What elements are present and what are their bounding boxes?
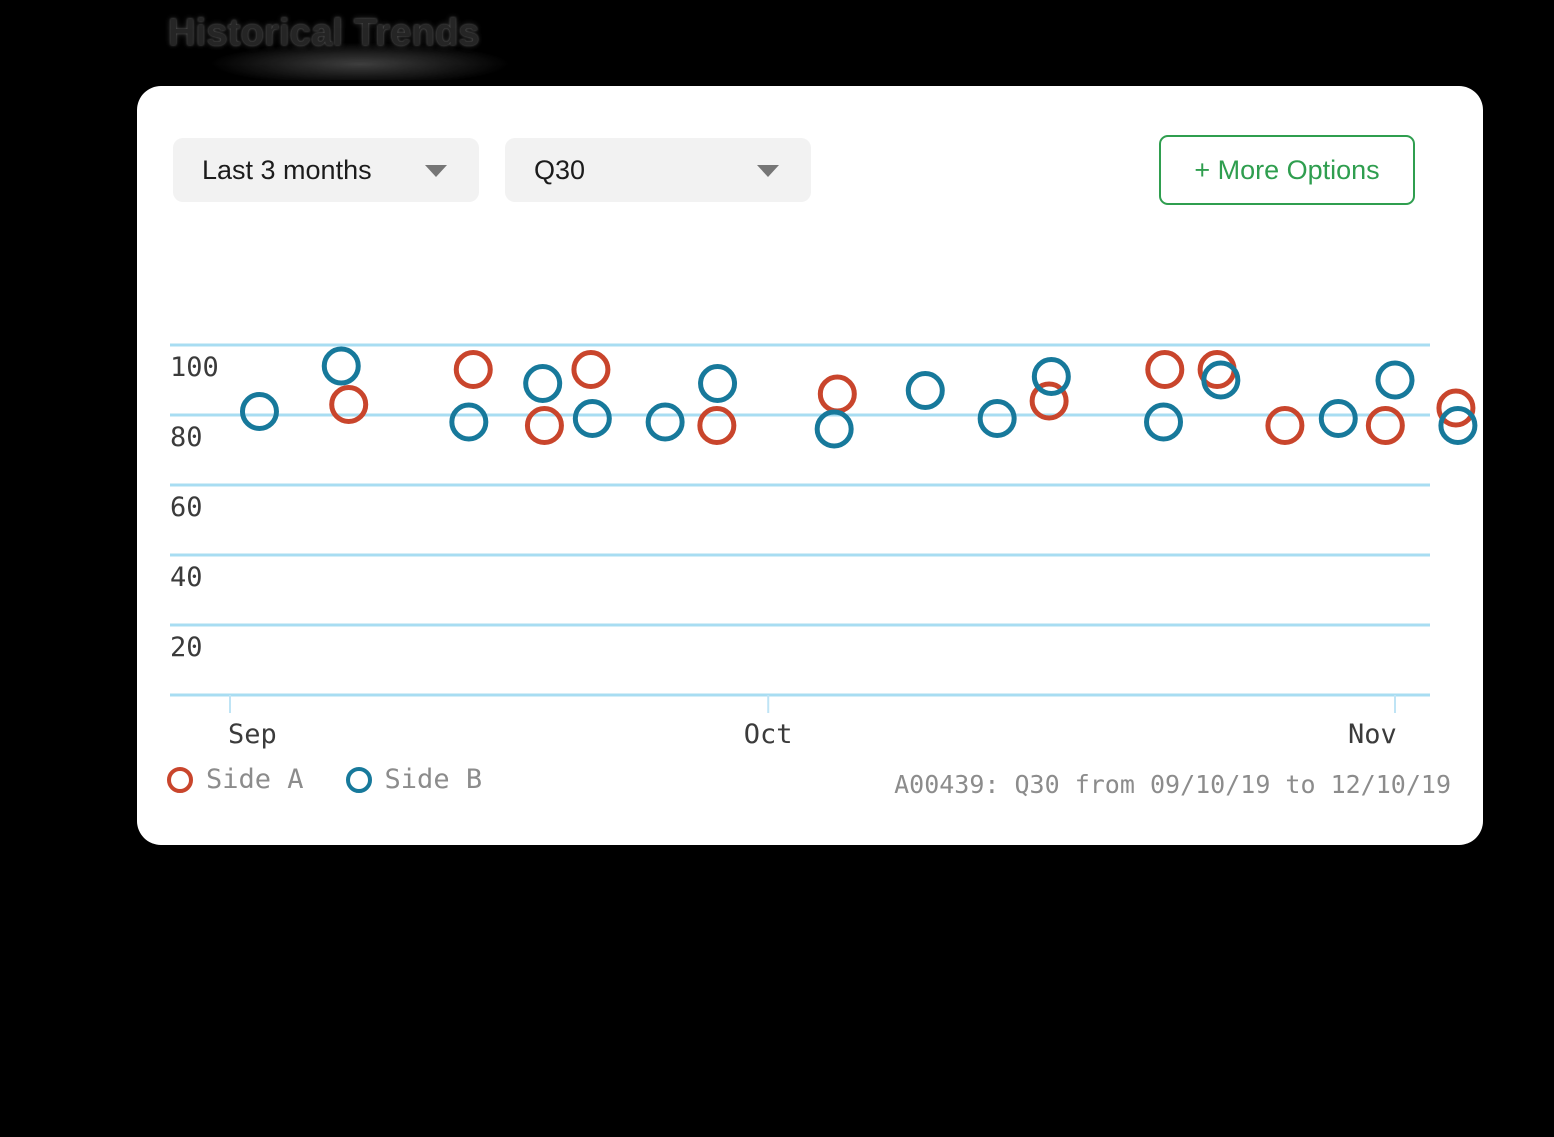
- legend-item-side-b[interactable]: Side B: [345, 764, 483, 795]
- data-point: [1144, 402, 1184, 442]
- data-point: [453, 350, 493, 389]
- data-point: [523, 364, 563, 403]
- data-point: [239, 392, 279, 431]
- scatter-chart: 20 40 60 80 100 Sep Oct Nov: [137, 86, 1483, 845]
- y-axis-tick-label: 100: [170, 352, 219, 383]
- x-axis-tick-label: Oct: [743, 719, 793, 750]
- page-title: Historical Trends: [168, 12, 480, 54]
- data-point: [698, 364, 738, 403]
- chart-legend: Side A Side B: [167, 764, 482, 795]
- x-axis-tick-label: Sep: [228, 719, 277, 750]
- data-point: [571, 350, 611, 389]
- data-point: [977, 399, 1017, 438]
- data-point: [449, 402, 489, 442]
- data-point: [814, 409, 854, 449]
- y-axis-tick-label: 20: [170, 632, 203, 663]
- y-axis-tick-label: 80: [170, 422, 203, 453]
- data-point: [1318, 399, 1358, 438]
- data-point: [645, 402, 685, 442]
- chart-plot-svg: [170, 343, 1478, 713]
- chart-card: Last 3 months Q30 + More Options 20 40 60 8…: [137, 86, 1483, 845]
- y-axis-tick-label: 60: [170, 492, 203, 523]
- data-point: [1031, 357, 1071, 396]
- data-point: [817, 374, 857, 414]
- data-point: [1375, 360, 1415, 400]
- data-point: [572, 399, 612, 438]
- data-point: [1145, 350, 1185, 389]
- legend-item-label: Side B: [384, 764, 483, 795]
- x-axis-tick-label: Nov: [1348, 719, 1397, 750]
- y-axis-tick-label: 40: [170, 562, 203, 593]
- circle-outline-icon: [167, 766, 193, 793]
- legend-item-label: Side A: [206, 764, 304, 795]
- chart-source-note: A00439: Q30 from 09/10/19 to 12/10/19: [894, 770, 1451, 799]
- circle-outline-icon: [345, 766, 372, 793]
- legend-item-side-a[interactable]: Side A: [167, 764, 304, 795]
- data-point: [905, 371, 945, 410]
- data-point: [321, 346, 361, 386]
